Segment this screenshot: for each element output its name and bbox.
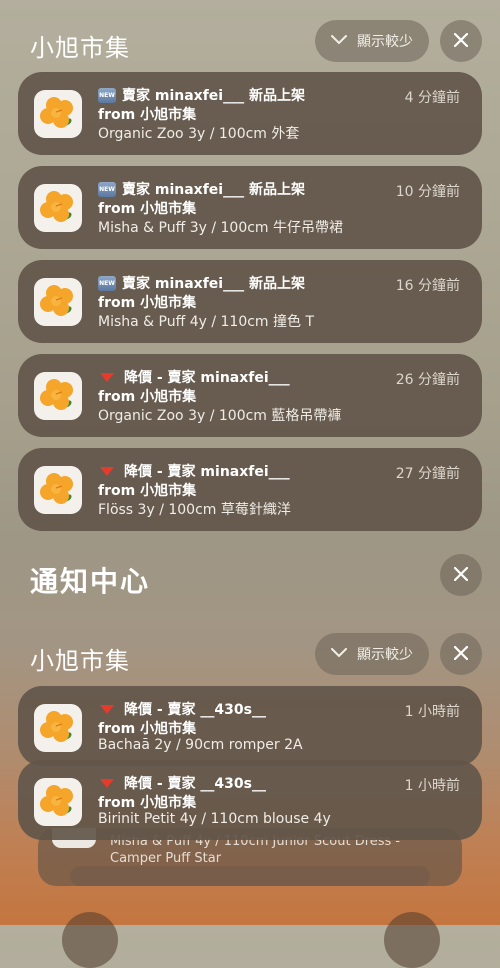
notification-title: 賣家 minaxfei___ 新品上架 — [122, 182, 305, 198]
notification-subtitle: from 小旭市集 — [98, 721, 197, 737]
notification-time: 10 分鐘前 — [395, 184, 460, 200]
notification-title: 賣家 minaxfei___ 新品上架 — [122, 88, 305, 104]
notification-center-title: 通知中心 — [30, 565, 151, 598]
notification-subtitle: from 小旭市集 — [98, 795, 197, 811]
close-icon — [453, 32, 469, 51]
group-title: 小旭市集 — [30, 34, 130, 62]
notification-body: Organic Zoo 3y / 100cm 藍格吊帶褲 — [98, 408, 342, 424]
new-badge-icon: NEW — [98, 181, 116, 197]
notification-title-row: 降價 - 賣家 __430s__ — [98, 699, 266, 719]
close-icon — [453, 566, 469, 585]
notification-title-row: 降價 - 賣家 minaxfei___ — [98, 367, 290, 387]
notification-subtitle: from 小旭市集 — [98, 107, 197, 123]
show-less-label: 顯示較少 — [357, 34, 413, 50]
notification-title-row: 降價 - 賣家 __430s__ — [98, 773, 266, 793]
notification-card[interactable]: NEW 賣家 minaxfei___ 新品上架 from 小旭市集 Misha & P… — [18, 260, 482, 343]
notification-time: 1 小時前 — [404, 704, 460, 720]
new-badge-icon: NEW — [98, 87, 116, 103]
notification-title-row: NEW 賣家 minaxfei___ 新品上架 — [98, 85, 305, 105]
stacked-body-line2: Camper Puff Star — [110, 851, 222, 866]
notification-title-row: NEW 賣家 minaxfei___ 新品上架 — [98, 179, 305, 199]
show-less-label: 顯示較少 — [357, 647, 413, 663]
notification-card[interactable]: 降價 - 賣家 minaxfei___from 小旭市集 Flöss 3y / 1… — [18, 448, 482, 531]
notification-card[interactable]: NEW 賣家 minaxfei___ 新品上架 from 小旭市集 Misha & P… — [18, 166, 482, 249]
camera-button[interactable] — [384, 912, 440, 968]
clear-all-button[interactable] — [440, 554, 482, 596]
notification-subtitle: from 小旭市集 — [98, 295, 197, 311]
notification-body: Bachaā 2y / 90cm romper 2A — [98, 737, 303, 753]
price-down-icon — [100, 372, 114, 382]
app-icon — [34, 372, 82, 420]
app-icon — [34, 90, 82, 138]
price-down-icon — [100, 778, 114, 788]
notification-title: 降價 - 賣家 __430s__ — [124, 702, 266, 718]
notification-subtitle: from 小旭市集 — [98, 483, 197, 499]
notification-body: Misha & Puff 4y / 110cm 撞色 T — [98, 314, 315, 330]
clear-group-button[interactable] — [440, 20, 482, 62]
app-icon — [34, 278, 82, 326]
notification-card[interactable]: 降價 - 賣家 __430s__from 小旭市集 Birinit Petit 4… — [18, 760, 482, 840]
notification-card[interactable]: 降價 - 賣家 minaxfei___from 小旭市集 Organic Zoo … — [18, 354, 482, 437]
price-down-icon — [100, 466, 114, 476]
app-icon — [34, 704, 82, 752]
notification-title: 降價 - 賣家 minaxfei___ — [124, 464, 290, 480]
price-down-icon — [100, 704, 114, 714]
show-less-button[interactable]: 顯示較少 — [315, 20, 429, 62]
notification-title: 降價 - 賣家 minaxfei___ — [124, 370, 290, 386]
app-icon — [34, 466, 82, 514]
notification-body: Flöss 3y / 100cm 草莓針織洋 — [98, 502, 291, 518]
notification-card[interactable]: 降價 - 賣家 __430s__from 小旭市集 Bachaā 2y / 90c… — [18, 686, 482, 766]
notification-body: Misha & Puff 3y / 100cm 牛仔吊帶裙 — [98, 220, 344, 236]
notification-time: 26 分鐘前 — [395, 372, 460, 388]
notification-subtitle: from 小旭市集 — [98, 201, 197, 217]
app-icon — [34, 184, 82, 232]
close-icon — [453, 645, 469, 664]
notification-title: 降價 - 賣家 __430s__ — [124, 776, 266, 792]
notification-card[interactable]: NEW 賣家 minaxfei___ 新品上架 from 小旭市集 Organic Z… — [18, 72, 482, 155]
notification-body: Birinit Petit 4y / 110cm blouse 4y — [98, 811, 331, 827]
notification-time: 4 分鐘前 — [404, 90, 460, 106]
notification-title-row: NEW 賣家 minaxfei___ 新品上架 — [98, 273, 305, 293]
notification-time: 16 分鐘前 — [395, 278, 460, 294]
notification-title: 賣家 minaxfei___ 新品上架 — [122, 276, 305, 292]
notification-time: 1 小時前 — [404, 778, 460, 794]
notification-subtitle: from 小旭市集 — [98, 389, 197, 405]
new-badge-icon: NEW — [98, 275, 116, 291]
group-title: 小旭市集 — [30, 647, 130, 675]
flashlight-button[interactable] — [62, 912, 118, 968]
app-icon — [34, 778, 82, 826]
notification-body: Organic Zoo 3y / 100cm 外套 — [98, 126, 300, 142]
notification-time: 27 分鐘前 — [395, 466, 460, 482]
notification-title-row: 降價 - 賣家 minaxfei___ — [98, 461, 290, 481]
show-less-button[interactable]: 顯示較少 — [315, 633, 429, 675]
clear-group-button[interactable] — [440, 633, 482, 675]
chevron-down-icon — [331, 646, 347, 662]
chevron-down-icon — [331, 33, 347, 49]
